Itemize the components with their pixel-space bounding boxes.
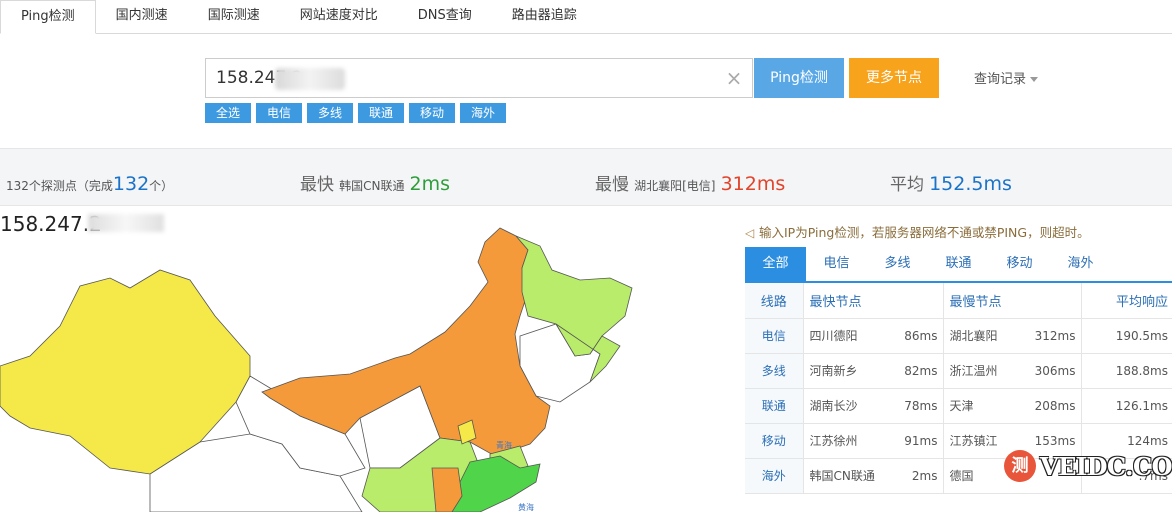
node-count: 132个探测点（完成132个） [6, 173, 173, 195]
header-slowest: 最慢节点 [943, 283, 1029, 319]
row-fastest-ms: 2ms [895, 458, 944, 494]
slowest-node: 湖北襄阳[电信] [634, 179, 716, 193]
tab-dns-query[interactable]: DNS查询 [398, 0, 492, 34]
result-tab-multiline[interactable]: 多线 [867, 247, 928, 281]
watermark: 测 VEIDC.COM [1004, 450, 1172, 482]
slowest-label: 最慢 [595, 175, 629, 195]
query-history-label: 查询记录 [974, 72, 1027, 87]
notice: ◁ 输入IP为Ping检测，若服务器网络不通或禁PING，则超时。 [745, 222, 1090, 241]
row-average: 190.5ms [1081, 318, 1172, 354]
map-label-yellow-sea: 黄海 [518, 502, 534, 512]
tab-domestic-speed[interactable]: 国内测速 [96, 0, 188, 34]
row-slowest-node: 天津 [943, 388, 1029, 424]
map-ip-label: 158.247.2 [0, 212, 102, 236]
node-count-done: 132 [112, 173, 150, 195]
chip-mobile[interactable]: 移动 [409, 103, 455, 123]
slowest-value: 312ms [720, 173, 786, 195]
table-header: 线路 最快节点 最慢节点 平均响应 [745, 283, 1172, 319]
line-filter-chips: 全选 电信 多线 联通 移动 海外 [205, 103, 506, 123]
row-average: 188.8ms [1081, 353, 1172, 389]
ping-button[interactable]: Ping检测 [754, 58, 844, 98]
result-tab-unicom[interactable]: 联通 [928, 247, 989, 281]
header-fastest-ms [895, 283, 944, 319]
fastest-label: 最快 [300, 175, 334, 195]
more-nodes-button[interactable]: 更多节点 [849, 58, 939, 98]
node-count-prefix: 132个探测点（完成 [6, 179, 113, 193]
row-line: 移动 [745, 423, 804, 459]
row-slowest-ms: 306ms [1029, 353, 1082, 389]
chip-overseas[interactable]: 海外 [460, 103, 506, 123]
stats-bar: 132个探测点（完成132个） 最快 韩国CN联通 2ms 最慢 湖北襄阳[电信… [0, 148, 1172, 206]
tab-site-compare[interactable]: 网站速度对比 [280, 0, 398, 34]
china-ping-map: 青海 黄海 [0, 227, 633, 512]
top-nav-tabs: Ping检测 国内测速 国际测速 网站速度对比 DNS查询 路由器追踪 [0, 0, 1172, 34]
header-average: 平均响应 [1081, 283, 1172, 319]
row-fastest-ms: 78ms [895, 388, 944, 424]
watermark-text: VEIDC.COM [1040, 451, 1172, 481]
row-fastest-ms: 82ms [895, 353, 944, 389]
tab-ping[interactable]: Ping检测 [0, 0, 96, 34]
caret-down-icon [1030, 77, 1039, 82]
row-slowest-node: 浙江温州 [943, 353, 1029, 389]
row-slowest-node: 湖北襄阳 [943, 318, 1029, 354]
row-fastest-node: 河南新乡 [803, 353, 895, 389]
node-count-suffix: 个） [149, 179, 174, 193]
result-tab-overseas[interactable]: 海外 [1050, 247, 1111, 281]
row-fastest-node: 四川德阳 [803, 318, 895, 354]
result-tabs: 全部 电信 多线 联通 移动 海外 [745, 247, 1172, 283]
table-row: 多线 河南新乡 82ms 浙江温州 306ms 188.8ms [745, 353, 1172, 389]
row-fastest-node: 江苏徐州 [803, 423, 895, 459]
result-tab-all[interactable]: 全部 [745, 247, 806, 281]
average-stat: 平均 152.5ms [890, 170, 1012, 195]
notice-text: 输入IP为Ping检测，若服务器网络不通或禁PING，则超时。 [759, 225, 1090, 240]
row-fastest-ms: 86ms [895, 318, 944, 354]
slowest-stat: 最慢 湖北襄阳[电信] 312ms [595, 170, 785, 195]
row-slowest-ms: 312ms [1029, 318, 1082, 354]
clear-icon[interactable]: × [724, 66, 744, 90]
row-line: 多线 [745, 353, 804, 389]
chip-select-all[interactable]: 全选 [205, 103, 251, 123]
table-row: 联通 湖南长沙 78ms 天津 208ms 126.1ms [745, 388, 1172, 424]
average-label: 平均 [890, 175, 924, 195]
row-line: 电信 [745, 318, 804, 354]
row-fastest-node: 韩国CN联通 [803, 458, 895, 494]
row-fastest-node: 湖南长沙 [803, 388, 895, 424]
fastest-value: 2ms [409, 173, 451, 195]
row-fastest-ms: 91ms [895, 423, 944, 459]
result-tab-telecom[interactable]: 电信 [806, 247, 867, 281]
header-line: 线路 [745, 283, 804, 319]
watermark-badge: 测 [1004, 450, 1036, 482]
chip-multiline[interactable]: 多线 [307, 103, 353, 123]
fastest-node: 韩国CN联通 [339, 179, 405, 193]
table-row: 电信 四川德阳 86ms 湖北襄阳 312ms 190.5ms [745, 318, 1172, 354]
result-tab-mobile[interactable]: 移动 [989, 247, 1050, 281]
row-line: 联通 [745, 388, 804, 424]
chip-telecom[interactable]: 电信 [256, 103, 302, 123]
row-line: 海外 [745, 458, 804, 494]
tab-traceroute[interactable]: 路由器追踪 [492, 0, 597, 34]
average-value: 152.5ms [929, 173, 1012, 195]
header-fastest: 最快节点 [803, 283, 895, 319]
query-history-dropdown[interactable]: 查询记录 [974, 68, 1039, 87]
map-label-qinghai: 青海 [496, 440, 512, 450]
header-slowest-ms [1029, 283, 1082, 319]
row-slowest-ms: 208ms [1029, 388, 1082, 424]
row-average: 126.1ms [1081, 388, 1172, 424]
fastest-stat: 最快 韩国CN联通 2ms [300, 170, 450, 195]
redacted-map-ip-blur [88, 214, 164, 232]
speaker-icon: ◁ [745, 226, 755, 240]
redacted-ip-blur [275, 68, 345, 90]
chip-unicom[interactable]: 联通 [358, 103, 404, 123]
tab-international-speed[interactable]: 国际测速 [188, 0, 280, 34]
